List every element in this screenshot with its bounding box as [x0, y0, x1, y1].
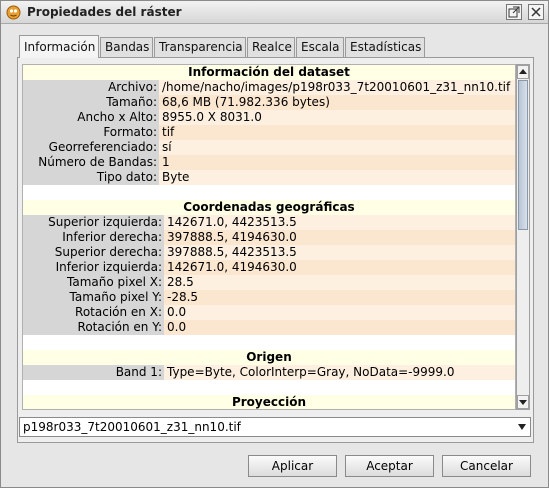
info-row-value: 28.5 [164, 275, 515, 290]
info-row-label: Número de Bandas: [23, 155, 159, 170]
info-row-value: 1 [159, 155, 515, 170]
info-row-label: Inferior izquierda: [23, 260, 164, 275]
origin-rows: Band 1: Type=Byte, ColorInterp=Gray, NoDa… [23, 365, 515, 380]
section-spacer [23, 380, 515, 395]
info-row-label: Tamaño pixel Y: [23, 290, 164, 305]
info-row-label: Tamaño pixel X: [23, 275, 164, 290]
scroll-up-button[interactable] [517, 65, 529, 79]
info-row: Tamaño pixel Y: -28.5 [23, 290, 515, 305]
tab-bandas[interactable]: Bandas [100, 37, 153, 57]
info-row-label: Band 1: [23, 365, 164, 380]
file-select-value: p198r033_7t20010601_z31_nn10.tif [23, 420, 241, 434]
vertical-scrollbar[interactable] [516, 64, 530, 410]
info-row-value: 0.0 [164, 305, 515, 320]
info-row: Superior izquierda: 142671.0, 4423513.5 [23, 215, 515, 230]
info-row: Número de Bandas: 1 [23, 155, 515, 170]
info-row-label: Formato: [23, 125, 159, 140]
accept-button[interactable]: Aceptar [345, 455, 434, 477]
info-row-value: 0.0 [164, 320, 515, 335]
info-scroll-area[interactable]: Información del dataset Archivo:/home/na… [22, 64, 516, 410]
info-row: Tipo dato: Byte [23, 170, 515, 185]
tab-transparencia[interactable]: Transparencia [154, 37, 246, 57]
chevron-down-icon [518, 424, 526, 430]
info-row-value: 397888.5, 4194630.0 [164, 230, 515, 245]
scroll-thumb[interactable] [518, 80, 528, 230]
info-row-label: Inferior derecha: [23, 230, 164, 245]
info-row-value: sí [159, 140, 515, 155]
info-row: Archivo:/home/nacho/images/p198r033_7t20… [23, 80, 515, 95]
info-row: Tamaño: 68,6 MB (71.982.336 bytes) [23, 95, 515, 110]
info-row: Ancho x Alto: 8955.0 X 8031.0 [23, 110, 515, 125]
section-spacer [23, 335, 515, 350]
info-row-label: Georreferenciado: [23, 140, 159, 155]
cancel-button[interactable]: Cancelar [442, 455, 531, 477]
arrow-up-icon [519, 69, 527, 74]
close-icon [531, 7, 541, 17]
tab-realce[interactable]: Realce [247, 37, 295, 57]
raster-properties-dialog: Propiedades del ráster Información Banda… [0, 0, 549, 488]
apply-button[interactable]: Aplicar [248, 455, 337, 477]
tab-informacion[interactable]: Información [19, 35, 99, 58]
title-bar[interactable]: Propiedades del ráster [1, 1, 548, 24]
maximize-button[interactable] [506, 4, 522, 20]
file-select[interactable]: p198r033_7t20010601_z31_nn10.tif [19, 417, 531, 437]
info-row-value: tif [159, 125, 515, 140]
info-row: Superior derecha: 397888.5, 4423513.5 [23, 245, 515, 260]
info-row: Inferior derecha: 397888.5, 4194630.0 [23, 230, 515, 245]
close-button[interactable] [528, 4, 544, 20]
arrow-down-icon [519, 400, 527, 405]
info-row-label: Superior derecha: [23, 245, 164, 260]
tab-estadisticas[interactable]: Estadísticas [345, 37, 425, 57]
tab-escala[interactable]: Escala [296, 37, 344, 57]
section-title-projection: Proyección [23, 395, 515, 409]
info-row: Rotación en X: 0.0 [23, 305, 515, 320]
info-row-label: Rotación en Y: [23, 320, 164, 335]
info-content: Información del dataset Archivo:/home/na… [23, 65, 515, 409]
scroll-down-button[interactable] [517, 395, 529, 409]
section-title-geo: Coordenadas geográficas [23, 200, 515, 215]
info-row-label: Archivo: [23, 80, 159, 95]
section-title-origin: Origen [23, 350, 515, 365]
info-row: Rotación en Y: 0.0 [23, 320, 515, 335]
info-row-label: Ancho x Alto: [23, 110, 159, 125]
maximize-icon [508, 6, 520, 18]
dataset-rows: Archivo:/home/nacho/images/p198r033_7t20… [23, 80, 515, 185]
geo-rows: Superior izquierda: 142671.0, 4423513.5 In… [23, 215, 515, 335]
info-row-label: Superior izquierda: [23, 215, 164, 230]
app-icon [6, 5, 21, 20]
info-row-label: Tipo dato: [23, 170, 159, 185]
info-row-value: -28.5 [164, 290, 515, 305]
info-row-value: 8955.0 X 8031.0 [159, 110, 515, 125]
info-row: Band 1: Type=Byte, ColorInterp=Gray, NoDa… [23, 365, 515, 380]
info-row: Formato: tif [23, 125, 515, 140]
info-row-label: Tamaño: [23, 95, 159, 110]
info-row-value: 142671.0, 4423513.5 [164, 215, 515, 230]
info-row: Tamaño pixel X: 28.5 [23, 275, 515, 290]
info-row-value: 397888.5, 4423513.5 [164, 245, 515, 260]
window-title: Propiedades del ráster [27, 5, 182, 19]
info-row: Inferior izquierda: 142671.0, 4194630.0 [23, 260, 515, 275]
info-row-value: Byte [159, 170, 515, 185]
info-row-value: 68,6 MB (71.982.336 bytes) [159, 95, 515, 110]
info-row-value: /home/nacho/images/p198r033_7t20010601_z… [159, 80, 515, 95]
info-row-value: Type=Byte, ColorInterp=Gray, NoData=-999… [164, 365, 515, 380]
info-row-label: Rotación en X: [23, 305, 164, 320]
section-spacer [23, 185, 515, 200]
info-row: Georreferenciado: sí [23, 140, 515, 155]
section-title-dataset: Información del dataset [23, 65, 515, 80]
info-row-value: 142671.0, 4194630.0 [164, 260, 515, 275]
